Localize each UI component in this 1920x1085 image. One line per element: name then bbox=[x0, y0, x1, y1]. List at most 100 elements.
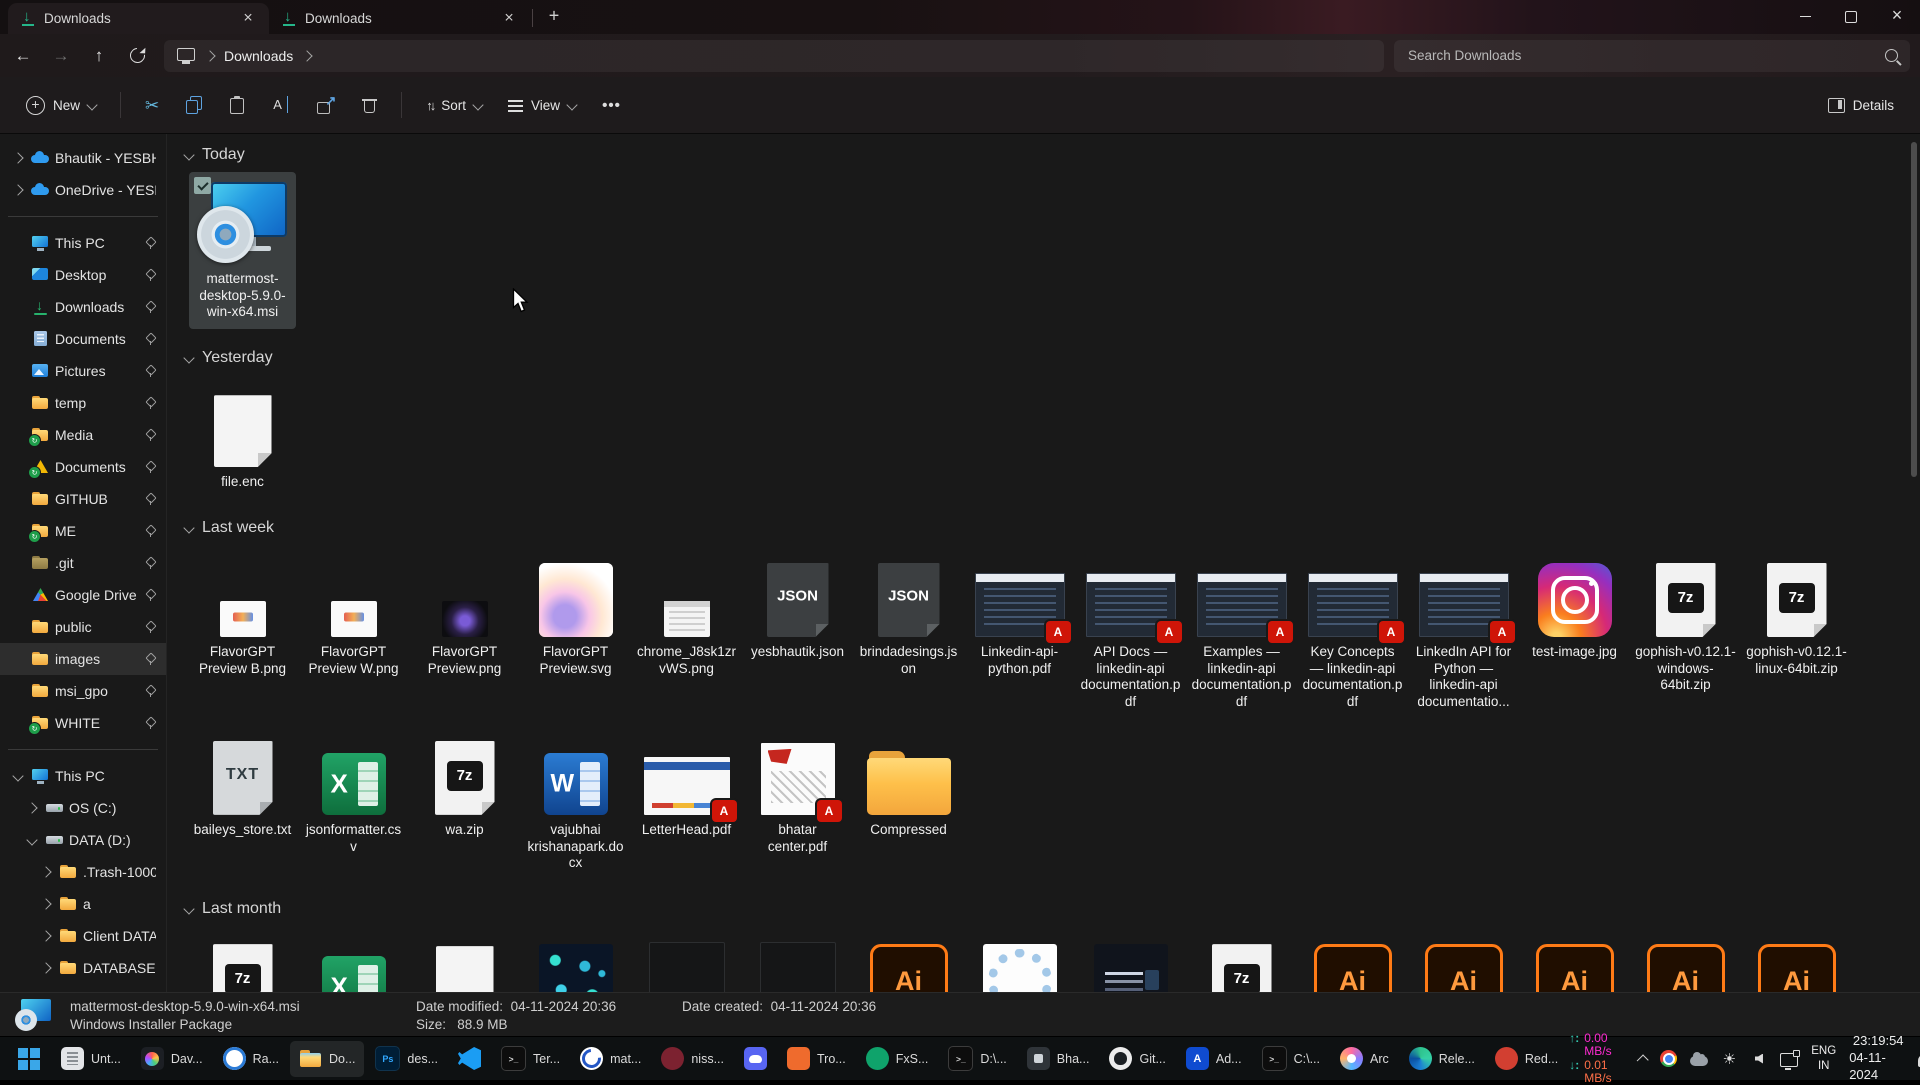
file-tile[interactable]: Rectangle 6.png bbox=[633, 926, 740, 992]
taskbar-app[interactable] bbox=[735, 1041, 776, 1077]
back-button[interactable]: ← bbox=[6, 40, 40, 72]
chevron-down-icon[interactable] bbox=[12, 770, 23, 781]
chevron-right-icon[interactable] bbox=[40, 866, 51, 877]
file-tile[interactable]: file.enc bbox=[189, 375, 296, 499]
delete-button[interactable] bbox=[352, 87, 387, 123]
sidebar-item[interactable]: Documents bbox=[0, 323, 166, 355]
taskbar-app[interactable]: niss... bbox=[652, 1041, 733, 1077]
paste-button[interactable] bbox=[219, 87, 255, 123]
network-speed-widget[interactable]: ↑:0.00 MB/s ↓:0.01 MB/s bbox=[1569, 1032, 1626, 1085]
taskbar-app[interactable]: FxS... bbox=[857, 1041, 938, 1077]
chevron-down-icon[interactable] bbox=[26, 834, 37, 845]
sidebar-item[interactable]: public bbox=[0, 611, 166, 643]
taskbar-app[interactable]: A Ad... bbox=[1177, 1041, 1251, 1077]
taskbar-app[interactable] bbox=[449, 1041, 490, 1077]
sidebar-item[interactable]: GITHUB bbox=[0, 483, 166, 515]
taskbar-app[interactable]: >_ Ter... bbox=[492, 1041, 569, 1077]
taskbar-app[interactable]: Rele... bbox=[1400, 1041, 1484, 1077]
chevron-right-icon[interactable] bbox=[12, 152, 23, 163]
group-header[interactable]: Last week bbox=[185, 513, 1906, 543]
forward-button[interactable]: → bbox=[44, 40, 78, 72]
group-header[interactable]: Today bbox=[185, 140, 1906, 170]
sidebar-item[interactable]: .Trash-1000 bbox=[0, 856, 166, 888]
file-tile[interactable]: 7z saveweb2zip-com-www-harness-io.zip bbox=[189, 926, 296, 992]
sidebar-item[interactable]: Media bbox=[0, 419, 166, 451]
details-button[interactable]: Details bbox=[1818, 87, 1904, 123]
sidebar-item[interactable]: Downloads bbox=[0, 291, 166, 323]
file-tile[interactable]: test-image.jpg bbox=[1521, 545, 1628, 719]
taskbar-app[interactable]: Ra... bbox=[214, 1041, 288, 1077]
taskbar-app[interactable]: Tro... bbox=[778, 1041, 855, 1077]
sidebar-item[interactable]: This PC bbox=[0, 760, 166, 792]
share-button[interactable] bbox=[307, 87, 346, 123]
taskbar-app[interactable]: mat... bbox=[571, 1041, 650, 1077]
notification-bell-icon[interactable] bbox=[1917, 1049, 1920, 1069]
scrollbar-thumb[interactable] bbox=[1911, 142, 1917, 477]
search-input[interactable] bbox=[1406, 47, 1877, 64]
new-button[interactable]: New bbox=[16, 87, 106, 123]
taskbar-app[interactable]: Dav... bbox=[132, 1041, 212, 1077]
file-tile[interactable]: Ai AdobeStock_594399656 [Converted].ai bbox=[855, 926, 962, 992]
hidden-icons-chevron[interactable] bbox=[1637, 1055, 1649, 1067]
refresh-button[interactable] bbox=[120, 40, 154, 72]
sidebar-item[interactable]: images bbox=[0, 643, 166, 675]
start-button[interactable] bbox=[8, 1041, 50, 1077]
file-tile[interactable]: X voucher.xlsx bbox=[300, 926, 407, 992]
sidebar-item[interactable]: Client DATA bbox=[0, 920, 166, 952]
file-tile[interactable]: chrome_J8sk1zrvWS.png bbox=[633, 545, 740, 719]
address-bar[interactable]: Downloads bbox=[164, 40, 1384, 72]
sidebar-item[interactable]: WHITE bbox=[0, 707, 166, 739]
chevron-right-icon[interactable] bbox=[12, 184, 23, 195]
file-tile[interactable]: A LetterHead.pdf bbox=[633, 723, 740, 880]
file-tile[interactable]: Ai AdobeStock_594399656 - Copy.ai bbox=[1632, 926, 1739, 992]
minimize-button[interactable] bbox=[1782, 0, 1828, 33]
taskbar-app[interactable]: Arc bbox=[1331, 1041, 1398, 1077]
taskbar-app[interactable]: Git... bbox=[1100, 1041, 1174, 1077]
chevron-right-icon[interactable] bbox=[40, 962, 51, 973]
file-tile[interactable]: A API Docs — linkedin-api documentation.… bbox=[1077, 545, 1184, 719]
file-tile[interactable]: Compressed bbox=[855, 723, 962, 880]
file-tile[interactable]: A bhatar center.pdf bbox=[744, 723, 851, 880]
new-tab-button[interactable] bbox=[539, 3, 569, 31]
scrollbar[interactable] bbox=[1911, 142, 1917, 984]
file-tile[interactable]: Ai AdobeStock_594399656 [Converted] copy… bbox=[1299, 926, 1406, 992]
taskbar-app[interactable]: >_ D:\... bbox=[939, 1041, 1015, 1077]
taskbar-app[interactable]: Bha... bbox=[1018, 1041, 1099, 1077]
file-tile[interactable]: TXT baileys_store.txt bbox=[189, 723, 296, 880]
file-tile[interactable]: FlavorGPT Preview W.png bbox=[300, 545, 407, 719]
file-tile[interactable]: Group 37.png bbox=[522, 926, 629, 992]
file-tile[interactable]: Ai AdobeStock_684401528.ai bbox=[1521, 926, 1628, 992]
sidebar-item[interactable]: Google Drive bbox=[0, 579, 166, 611]
explorer-tab[interactable]: Downloads bbox=[269, 3, 530, 34]
maximize-button[interactable] bbox=[1828, 0, 1874, 33]
group-header[interactable]: Yesterday bbox=[185, 343, 1906, 373]
language-switcher[interactable]: ENG IN bbox=[1811, 1044, 1836, 1073]
search-icon[interactable] bbox=[1885, 49, 1898, 62]
sort-button[interactable]: ↑↓ Sort bbox=[416, 87, 492, 123]
sidebar-item[interactable]: Desktop bbox=[0, 259, 166, 291]
file-tile[interactable]: Ai AdobeStock_684425862.ai bbox=[1410, 926, 1517, 992]
sidebar-item[interactable]: Bhautik - YESBH bbox=[0, 142, 166, 174]
file-tile[interactable]: Homem_Aranha.cdr bbox=[411, 926, 518, 992]
file-tile[interactable]: Ai AdobeStock_594399656.ai bbox=[1743, 926, 1850, 992]
taskbar-app[interactable]: Unt... bbox=[52, 1041, 130, 1077]
view-button[interactable]: View bbox=[498, 87, 586, 123]
clock[interactable]: 23:19:54 04-11-2024 bbox=[1849, 1033, 1903, 1084]
taskbar-app[interactable]: Ps des... bbox=[366, 1041, 447, 1077]
file-tile[interactable]: 7z yashvidotdev_AssignmentRepo-main.zip bbox=[1188, 926, 1295, 992]
file-tile[interactable]: mattermost-desktop-5.9.0-win-x64.msi bbox=[189, 172, 296, 329]
volume-icon[interactable] bbox=[1751, 1049, 1768, 1069]
sidebar-item[interactable]: Documents bbox=[0, 451, 166, 483]
chrome-tray-icon[interactable] bbox=[1660, 1049, 1677, 1069]
sidebar-item[interactable]: .git bbox=[0, 547, 166, 579]
file-tile[interactable]: 7z gophish-v0.12.1-windows-64bit.zip bbox=[1632, 545, 1739, 719]
sidebar-item[interactable]: DATABASE bbox=[0, 952, 166, 984]
sidebar-item[interactable]: OS (C:) bbox=[0, 792, 166, 824]
sidebar-item[interactable]: Pictures bbox=[0, 355, 166, 387]
explorer-tab[interactable]: Downloads bbox=[8, 3, 269, 34]
network-display-icon[interactable] bbox=[1780, 1049, 1798, 1069]
sidebar-item[interactable]: msi_gpo bbox=[0, 675, 166, 707]
chevron-right-icon[interactable] bbox=[40, 930, 51, 941]
copy-button[interactable] bbox=[175, 87, 213, 123]
taskbar-app[interactable]: >_ C:\... bbox=[1253, 1041, 1329, 1077]
